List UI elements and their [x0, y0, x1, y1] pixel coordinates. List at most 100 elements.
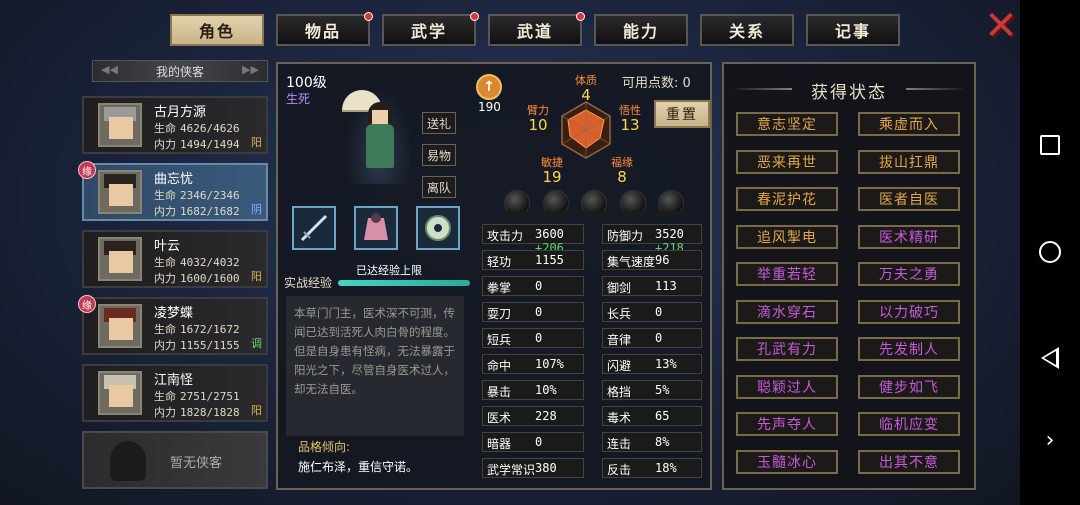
- stat-label: 医术: [487, 411, 512, 425]
- gem-slot[interactable]: [578, 190, 612, 217]
- status-chip[interactable]: 恶来再世: [736, 149, 838, 174]
- stat-label: 集气速度: [607, 255, 656, 269]
- gem-slot[interactable]: [655, 190, 689, 217]
- avatar: [98, 371, 142, 415]
- potential-value: 190: [478, 100, 501, 114]
- back-button[interactable]: [1020, 338, 1080, 378]
- robe-icon: [364, 213, 388, 240]
- attr-constitution: 体质 4: [575, 74, 597, 104]
- system-nav-bar: ›: [1020, 0, 1080, 505]
- tab-abilities[interactable]: 能力: [594, 14, 688, 46]
- status-chip[interactable]: 以力破巧: [858, 299, 960, 324]
- available-points: 可用点数: 0: [622, 76, 691, 91]
- stat-cell: 攻击力 3600 +206: [482, 224, 584, 255]
- stat-cell: 御剑 113: [602, 276, 702, 296]
- stat-value: 0: [535, 305, 543, 319]
- fate-badge: 缘: [78, 161, 96, 179]
- party-member[interactable]: 叶云 生命 4032/4032 内力 1600/1600 阳: [82, 230, 268, 288]
- avatar: [98, 170, 142, 214]
- leave-party-button[interactable]: 离队: [422, 176, 456, 198]
- status-chip[interactable]: 临机应变: [858, 412, 960, 436]
- stat-label: 暴击: [487, 385, 512, 399]
- stat-label: 御剑: [607, 281, 632, 295]
- status-chip[interactable]: 健步如飞: [858, 374, 960, 399]
- armor-slot[interactable]: [354, 206, 398, 250]
- stat-value: 107%: [535, 357, 564, 371]
- stat-label: 耍刀: [487, 307, 512, 321]
- avatar: [98, 237, 142, 281]
- stat-value: 8%: [655, 435, 670, 449]
- status-chip[interactable]: 拔山扛鼎: [858, 149, 960, 174]
- status-chip[interactable]: 春泥护花: [736, 187, 838, 211]
- trait-header: 品格倾向:: [298, 440, 351, 454]
- status-chip[interactable]: 万夫之勇: [858, 262, 960, 286]
- tab-martial-way[interactable]: 武道: [488, 12, 585, 46]
- party-member[interactable]: 江南怪 生命 2751/2751 内力 1828/1828 阳: [82, 364, 268, 422]
- status-chip[interactable]: 医者自医: [858, 187, 960, 211]
- stat-label: 音律: [607, 333, 632, 347]
- stat-label: 毒术: [607, 411, 632, 425]
- gem-slot[interactable]: [616, 190, 651, 217]
- party-member-empty-slot[interactable]: 暂无侠客: [82, 431, 268, 489]
- party-member[interactable]: 古月方源 生命 4626/4626 内力 1494/1494 阳: [82, 96, 268, 154]
- close-button[interactable]: ✕: [983, 6, 1019, 46]
- weapon-slot[interactable]: [292, 206, 336, 250]
- status-chip[interactable]: 聪颖过人: [736, 374, 838, 399]
- status-chip[interactable]: 滴水穿石: [736, 299, 838, 324]
- character-level: 100级: [286, 75, 327, 91]
- stat-value: 5%: [655, 383, 670, 397]
- stat-value: 113: [655, 279, 677, 293]
- trade-button[interactable]: 易物: [422, 144, 456, 166]
- party-member-selected[interactable]: 缘 曲忘忧 生命 2346/2346 内力 1682/1682 阴: [78, 161, 268, 221]
- stat-cell: 医术 228: [482, 406, 584, 426]
- status-chip[interactable]: 出其不意: [858, 449, 960, 474]
- stat-label: 武学常识: [487, 463, 536, 477]
- status-chip[interactable]: 追风掣电: [736, 224, 838, 249]
- avatar: [98, 103, 142, 147]
- stat-label: 拳掌: [487, 281, 512, 295]
- sword-icon: [300, 214, 328, 242]
- alert-dot-icon: [470, 12, 479, 21]
- alignment-badge: 阳: [251, 136, 262, 149]
- fate-badge: 缘: [78, 295, 96, 313]
- recents-button[interactable]: [1020, 125, 1080, 165]
- gem-slot[interactable]: [539, 190, 574, 217]
- stat-value: 0: [535, 331, 543, 345]
- status-chip[interactable]: 玉髓冰心: [736, 449, 838, 474]
- reset-button[interactable]: 重置: [654, 100, 710, 128]
- attr-fortune: 福缘 8: [611, 156, 633, 186]
- exp-label: 实战经验: [284, 276, 333, 290]
- status-chip[interactable]: 乘虚而入: [858, 112, 960, 136]
- tab-journal[interactable]: 记事: [806, 14, 900, 46]
- avatar: [98, 304, 142, 348]
- tab-relations[interactable]: 关系: [700, 14, 794, 46]
- close-icon: ✕: [984, 3, 1018, 49]
- stat-label: 轻功: [487, 255, 512, 269]
- stat-cell: 格挡 5%: [602, 380, 702, 400]
- home-button[interactable]: [1020, 232, 1080, 272]
- party-member[interactable]: 缘 凌梦蝶 生命 1672/1672 内力 1155/1155 调: [78, 295, 268, 355]
- stat-value: 380: [535, 461, 557, 475]
- tab-martial-arts[interactable]: 武学: [382, 12, 479, 46]
- accessory-slot[interactable]: [416, 206, 460, 250]
- status-chip[interactable]: 举重若轻: [736, 262, 838, 286]
- alignment-badge: 阳: [251, 404, 262, 417]
- gem-slot[interactable]: [501, 190, 535, 217]
- expand-button[interactable]: ›: [1020, 420, 1080, 460]
- gift-button[interactable]: 送礼: [422, 112, 456, 134]
- stat-value: 1155: [535, 253, 564, 267]
- back-triangle-icon: [1041, 347, 1059, 369]
- status-chip[interactable]: 先发制人: [858, 337, 960, 361]
- stat-label: 闪避: [607, 359, 632, 373]
- attr-strength: 臂力 10: [527, 104, 549, 134]
- status-chip[interactable]: 意志坚定: [736, 112, 838, 136]
- status-chip[interactable]: 先声夺人: [736, 412, 838, 436]
- tab-role[interactable]: 角色: [170, 14, 264, 46]
- stat-label: 长兵: [607, 307, 632, 321]
- tab-items[interactable]: 物品: [276, 12, 373, 46]
- status-chip[interactable]: 孔武有力: [736, 337, 838, 361]
- status-chip[interactable]: 医术精研: [858, 224, 960, 249]
- character-panel: 100级 生死 送礼 易物 离队 实战经验 已达经验上限 本草门门主，医术深不可…: [276, 62, 712, 490]
- stat-value: 10%: [535, 383, 557, 397]
- potential-icon: ↑: [476, 74, 502, 100]
